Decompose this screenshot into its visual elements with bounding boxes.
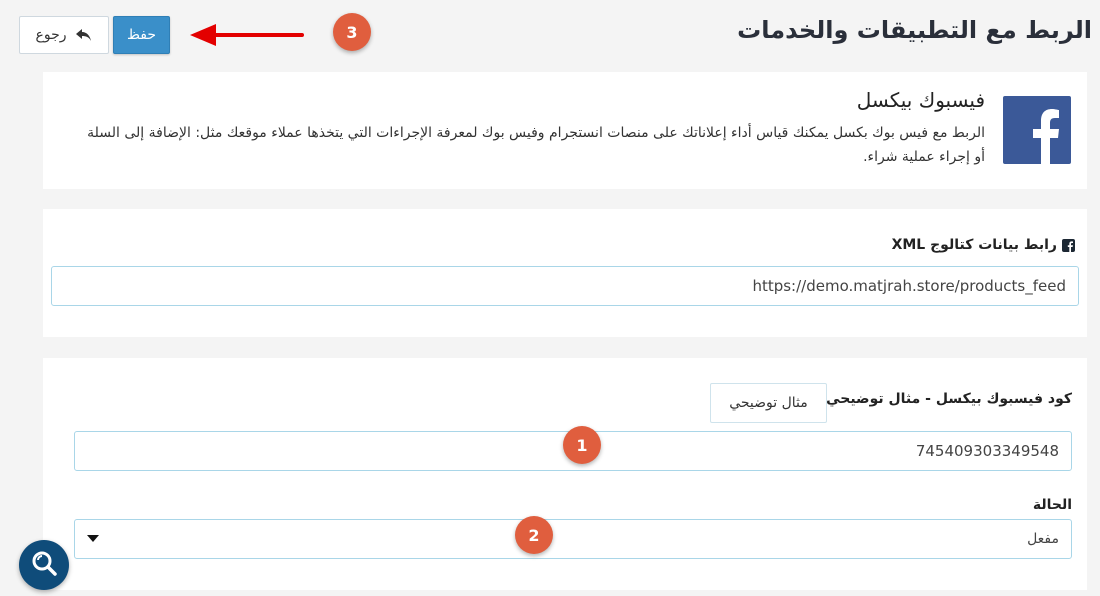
- search-button[interactable]: [19, 540, 69, 590]
- red-arrow-annotation: [190, 24, 304, 46]
- save-button[interactable]: حفظ: [113, 16, 170, 54]
- status-selected-value: مفعل: [1027, 531, 1059, 547]
- xml-feed-card: رابط بيانات كتالوج XML https://demo.matj…: [43, 209, 1087, 337]
- step-badge-3: 3: [333, 13, 371, 51]
- facebook-logo-icon: [1003, 96, 1071, 164]
- example-button[interactable]: مثال توضيحي: [710, 383, 827, 423]
- reply-arrow-icon: [75, 28, 93, 42]
- caret-down-icon: [87, 531, 99, 547]
- facebook-pixel-description: الربط مع فيس بوك بكسل يمكنك قياس أداء إع…: [87, 125, 985, 165]
- facebook-pixel-card: فيسبوك بيكسل الربط مع فيس بوك بكسل يمكنك…: [43, 72, 1087, 189]
- step-badge-2: 2: [515, 516, 553, 554]
- status-select[interactable]: مفعل: [74, 519, 1072, 559]
- pixel-settings-card: كود فيسبوك بيكسل - مثال توضيحي: مثال توض…: [43, 358, 1087, 590]
- xml-feed-label-row: رابط بيانات كتالوج XML: [892, 237, 1075, 253]
- back-button-label: رجوع: [35, 27, 67, 43]
- xml-feed-url-field[interactable]: https://demo.matjrah.store/products_feed: [51, 266, 1079, 306]
- page-title: الربط مع التطبيقات والخدمات: [737, 16, 1092, 44]
- search-icon: [30, 549, 58, 581]
- step-badge-1: 1: [563, 426, 601, 464]
- pixel-code-label: كود فيسبوك بيكسل - مثال توضيحي:: [820, 391, 1072, 407]
- facebook-square-icon: [1062, 238, 1075, 252]
- xml-feed-label: رابط بيانات كتالوج XML: [891, 237, 1057, 253]
- facebook-pixel-title: فيسبوك بيكسل: [856, 88, 985, 112]
- status-label: الحالة: [1032, 497, 1072, 513]
- back-button[interactable]: رجوع: [19, 16, 109, 54]
